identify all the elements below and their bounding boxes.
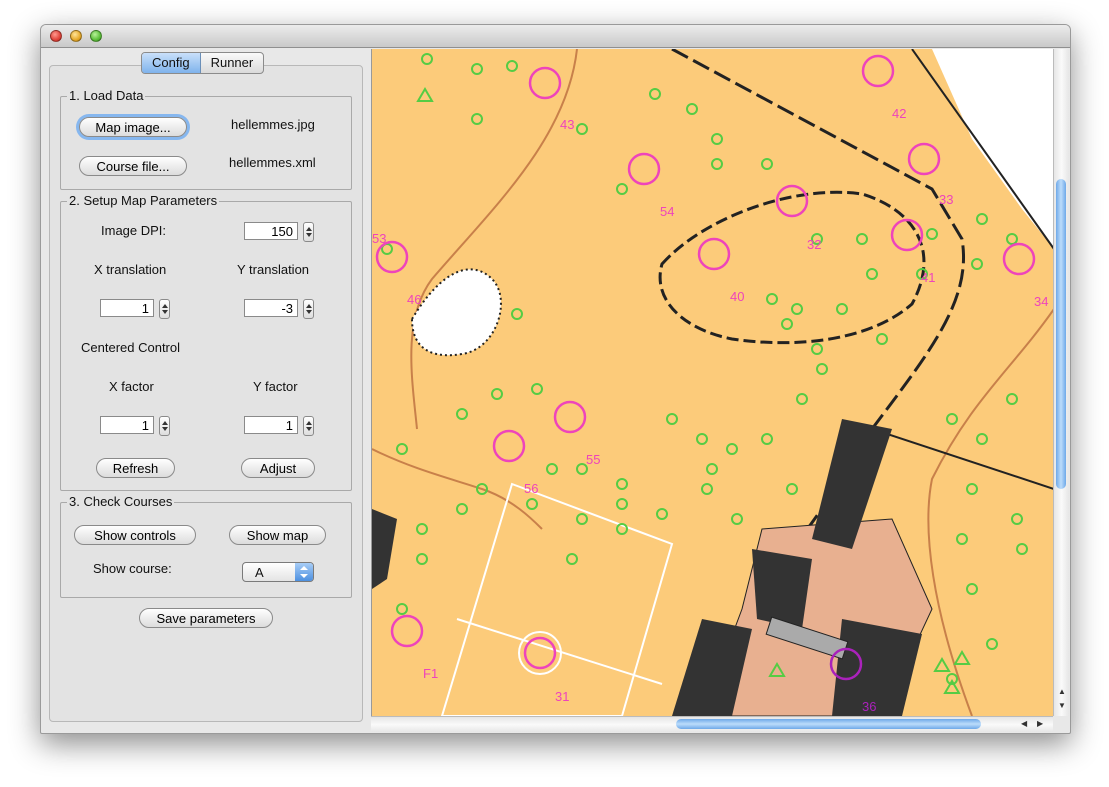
control-label: F1	[423, 666, 439, 681]
show-course-label: Show course:	[93, 561, 172, 576]
orienteering-map[interactable]	[372, 49, 1054, 716]
tab-bar: Config Runner	[141, 52, 265, 74]
control-label: 56	[524, 481, 539, 496]
config-panel: 1. Load Data Map image... hellemmes.jpg …	[49, 65, 363, 722]
map-background	[372, 49, 1054, 716]
control-label: 32	[807, 237, 822, 252]
y-translation-label: Y translation	[237, 262, 310, 277]
dpi-input[interactable]	[244, 222, 298, 240]
x-translation-input[interactable]	[100, 299, 154, 317]
control-label: 54	[660, 204, 675, 219]
control-label: 53	[372, 231, 387, 246]
load-data-title: 1. Load Data	[67, 88, 146, 103]
y-factor-input[interactable]	[244, 416, 298, 434]
dpi-label: Image DPI:	[101, 223, 167, 238]
y-factor-arrows[interactable]	[303, 416, 314, 436]
check-courses-title: 3. Check Courses	[67, 494, 175, 509]
scroll-right-icon[interactable]: ▶	[1037, 719, 1043, 728]
x-factor-label: X factor	[109, 379, 154, 394]
y-factor-stepper	[244, 416, 319, 436]
app-window: Config Runner 1. Load Data Map image... …	[40, 24, 1071, 734]
map-view[interactable]: 43 42 54 32 33 53 41 46 40 34 55 56 F1 3…	[371, 49, 1054, 716]
control-label: 43	[560, 117, 575, 132]
control-label: 46	[407, 292, 422, 307]
save-parameters-button[interactable]: Save parameters	[139, 608, 273, 628]
map-params-group: 2. Setup Map Parameters Image DPI: X tra…	[60, 193, 352, 491]
vertical-scroll-thumb[interactable]	[1056, 179, 1066, 489]
zoom-icon[interactable]	[90, 30, 102, 42]
control-label: 41	[921, 270, 936, 285]
minimize-icon[interactable]	[70, 30, 82, 42]
map-file-name: hellemmes.jpg	[231, 117, 315, 132]
y-translation-stepper	[244, 299, 319, 319]
adjust-button[interactable]: Adjust	[241, 458, 315, 478]
control-label: 42	[892, 106, 907, 121]
dpi-stepper-arrows[interactable]	[303, 222, 314, 242]
control-label: 31	[555, 689, 570, 704]
show-controls-button[interactable]: Show controls	[74, 525, 196, 545]
dpi-stepper	[244, 222, 319, 242]
control-label: 36	[862, 699, 877, 714]
map-params-title: 2. Setup Map Parameters	[67, 193, 220, 208]
x-translation-label: X translation	[94, 262, 167, 277]
y-factor-label: Y factor	[253, 379, 298, 394]
refresh-button[interactable]: Refresh	[96, 458, 175, 478]
show-map-button[interactable]: Show map	[229, 525, 326, 545]
course-file-button[interactable]: Course file...	[79, 156, 187, 176]
scroll-down-icon[interactable]: ▼	[1058, 701, 1066, 710]
load-data-group: 1. Load Data Map image... hellemmes.jpg …	[60, 88, 352, 190]
y-translation-arrows[interactable]	[303, 299, 314, 319]
course-file-name: hellemmes.xml	[229, 155, 316, 170]
vertical-scrollbar[interactable]: ▲ ▼	[1053, 49, 1069, 716]
x-factor-stepper	[100, 416, 175, 436]
x-factor-input[interactable]	[100, 416, 154, 434]
control-label: 55	[586, 452, 601, 467]
map-image-button[interactable]: Map image...	[79, 117, 187, 137]
horizontal-scroll-thumb[interactable]	[676, 719, 981, 729]
control-label: 33	[939, 192, 954, 207]
title-bar	[41, 25, 1070, 48]
x-translation-arrows[interactable]	[159, 299, 170, 319]
close-icon[interactable]	[50, 30, 62, 42]
check-courses-group: 3. Check Courses Show controls Show map …	[60, 494, 352, 598]
centered-control-label: Centered Control	[81, 340, 180, 355]
control-label: 34	[1034, 294, 1049, 309]
tab-runner[interactable]: Runner	[201, 53, 264, 73]
scroll-left-icon[interactable]: ◀	[1021, 719, 1027, 728]
map-building	[752, 549, 812, 629]
y-translation-input[interactable]	[244, 299, 298, 317]
control-label: 40	[730, 289, 745, 304]
x-translation-stepper	[100, 299, 175, 319]
x-factor-arrows[interactable]	[159, 416, 170, 436]
course-select-value: A	[255, 565, 264, 580]
tab-config[interactable]: Config	[142, 53, 201, 73]
scroll-up-icon[interactable]: ▲	[1058, 687, 1066, 696]
horizontal-scrollbar[interactable]: ◀ ▶	[371, 716, 1053, 732]
select-arrows-icon	[295, 563, 313, 581]
course-select[interactable]: A	[242, 562, 314, 582]
